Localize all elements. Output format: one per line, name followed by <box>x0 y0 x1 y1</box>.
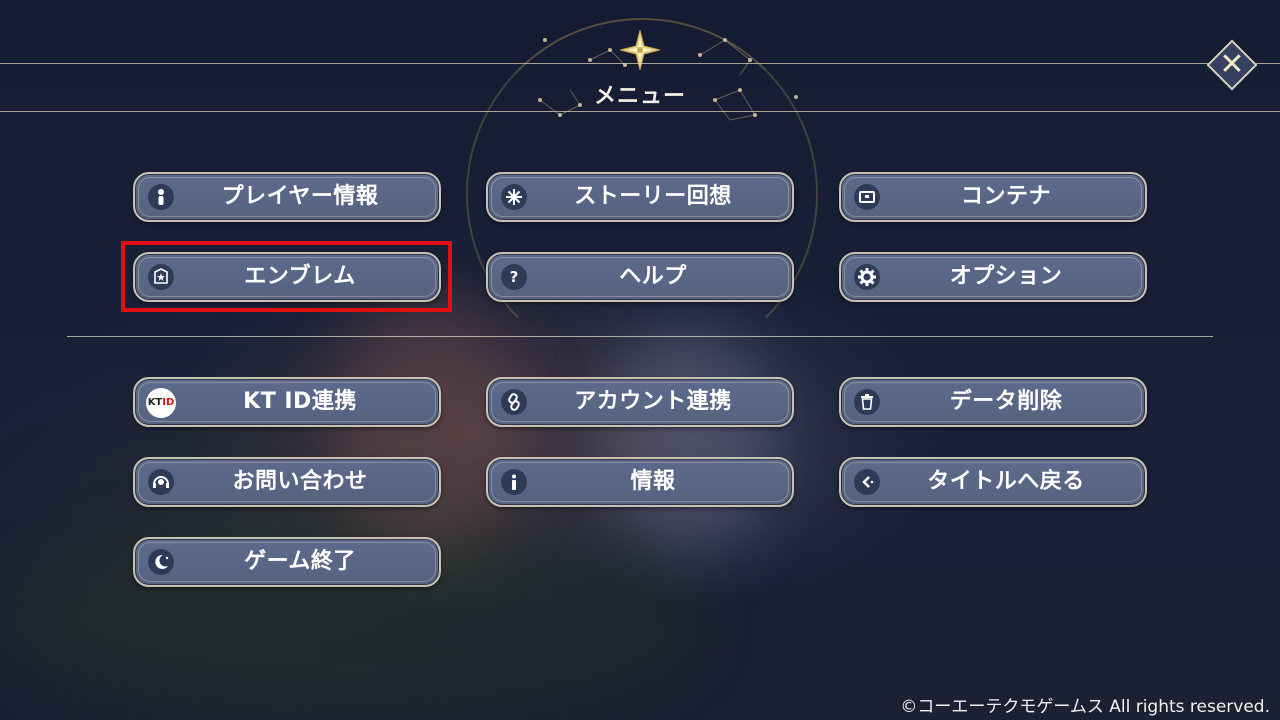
link-icon <box>501 389 527 415</box>
compass-star-icon <box>620 30 660 70</box>
info-button[interactable]: 情報 <box>486 457 794 507</box>
container-icon <box>854 184 880 210</box>
contact-label: お問い合わせ <box>232 469 368 494</box>
trash-icon <box>854 389 880 415</box>
constellation-decoration <box>538 38 798 121</box>
player-info-button[interactable]: プレイヤー情報 <box>133 172 441 222</box>
header-line-top <box>0 63 1280 64</box>
info-label: 情報 <box>630 469 676 494</box>
copyright-text: ©コーエーテクモゲームス All rights reserved. <box>900 697 1270 717</box>
close-button[interactable]: ✕ <box>1206 39 1258 91</box>
sparkle-icon <box>501 184 527 210</box>
headset-icon <box>148 469 174 495</box>
kt-id-link-button[interactable]: KTID KT ID連携 <box>133 377 441 427</box>
story-recollection-button[interactable]: ストーリー回想 <box>486 172 794 222</box>
gear-icon <box>854 264 880 290</box>
story-recollection-label: ストーリー回想 <box>574 184 732 209</box>
section-divider <box>67 336 1213 337</box>
close-icon: ✕ <box>1219 47 1245 82</box>
options-button[interactable]: オプション <box>839 252 1147 302</box>
page-title: メニュー <box>593 84 686 109</box>
player-info-label: プレイヤー情報 <box>221 184 379 209</box>
help-button[interactable]: ? ヘルプ <box>486 252 794 302</box>
return-to-title-label: タイトルへ戻る <box>927 469 1085 494</box>
quit-game-button[interactable]: ゲーム終了 <box>133 537 441 587</box>
ktid-icon: KTID <box>146 388 176 418</box>
emblem-highlight-frame <box>121 241 452 312</box>
kt-id-link-label: KT ID連携 <box>243 389 357 414</box>
header-line-bottom <box>0 111 1280 112</box>
info-icon <box>501 469 527 495</box>
moon-icon <box>148 549 174 575</box>
player-icon <box>148 184 174 210</box>
container-button[interactable]: コンテナ <box>839 172 1147 222</box>
contact-button[interactable]: お問い合わせ <box>133 457 441 507</box>
account-link-button[interactable]: アカウント連携 <box>486 377 794 427</box>
container-label: コンテナ <box>960 184 1051 209</box>
back-arrow-icon <box>854 469 880 495</box>
options-label: オプション <box>949 264 1063 289</box>
delete-data-button[interactable]: データ削除 <box>839 377 1147 427</box>
delete-data-label: データ削除 <box>949 389 1063 414</box>
help-label: ヘルプ <box>619 264 687 289</box>
question-icon: ? <box>501 264 527 290</box>
return-to-title-button[interactable]: タイトルへ戻る <box>839 457 1147 507</box>
quit-game-label: ゲーム終了 <box>244 549 356 574</box>
account-link-label: アカウント連携 <box>574 389 732 414</box>
